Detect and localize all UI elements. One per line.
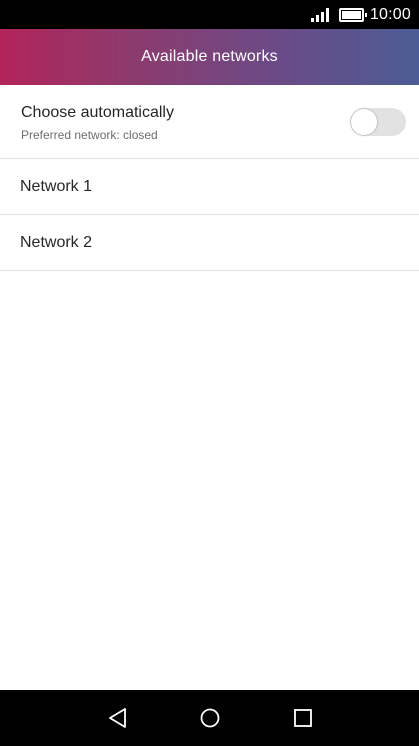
home-icon xyxy=(200,708,220,728)
network-item-label: Network 1 xyxy=(20,178,93,195)
app-header: Available networks xyxy=(0,29,419,85)
preferred-network-status: Preferred network: closed xyxy=(21,128,158,142)
battery-icon xyxy=(338,7,367,22)
recents-button[interactable] xyxy=(291,706,315,730)
back-button[interactable] xyxy=(106,706,130,730)
network-list: Choose automatically Preferred network: … xyxy=(0,85,419,271)
screen: 10:00 Available networks Choose automati… xyxy=(0,0,419,746)
choose-automatically-toggle[interactable] xyxy=(350,108,406,136)
navigation-bar xyxy=(0,690,419,746)
status-clock: 10:00 xyxy=(369,5,411,23)
status-bar: 10:00 xyxy=(0,0,419,29)
signal-icon xyxy=(310,7,331,22)
home-button[interactable] xyxy=(198,706,222,730)
recents-icon xyxy=(294,709,312,727)
status-icons: 10:00 xyxy=(310,0,411,29)
back-icon xyxy=(109,708,126,728)
page-title: Available networks xyxy=(141,48,278,65)
network-item-label: Network 2 xyxy=(20,234,93,251)
toggle-knob xyxy=(351,109,377,135)
choose-automatically-row[interactable]: Choose automatically Preferred network: … xyxy=(0,85,419,159)
choose-automatically-label: Choose automatically xyxy=(21,104,174,121)
network-item-1[interactable]: Network 1 xyxy=(0,159,419,215)
network-item-2[interactable]: Network 2 xyxy=(0,215,419,271)
